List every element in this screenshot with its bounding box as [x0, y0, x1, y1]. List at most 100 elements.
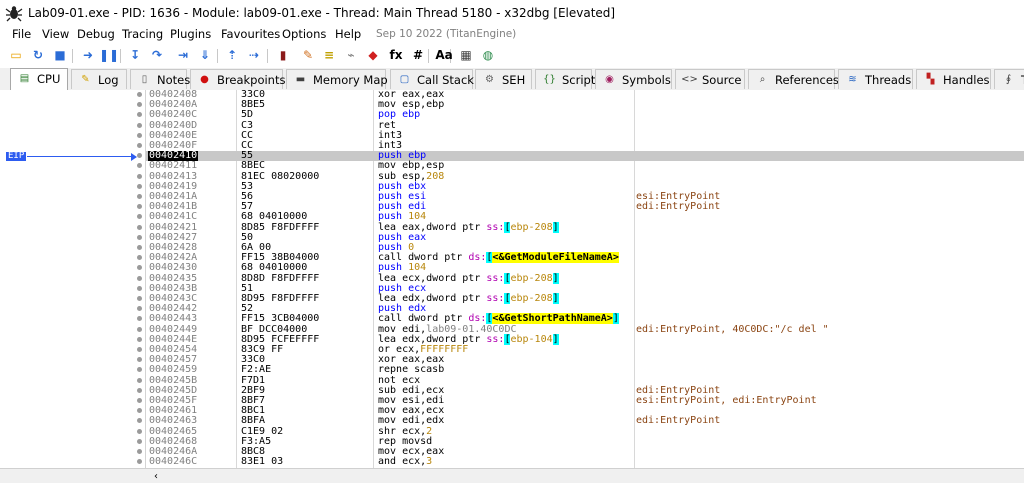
step-over-icon[interactable]: ↷: [149, 47, 165, 63]
disassembly-view[interactable]: EIP 00402408 33C0 xor eax,eax 0040240A 8BE5 m…: [0, 90, 1024, 468]
tab-breakpoints[interactable]: ● Breakpoints: [190, 69, 285, 89]
breakpoint-dot-icon[interactable]: [137, 449, 142, 454]
globe-icon[interactable]: ◍: [480, 47, 496, 63]
disasm-row[interactable]: 0040246C 83E1 03 and ecx,3: [137, 457, 1024, 467]
disasm-row[interactable]: 0040240D C3 ret: [137, 120, 1024, 131]
disasm-row[interactable]: 00402408 33C0 xor eax,eax: [137, 90, 1024, 100]
tab-memory-map[interactable]: ▬ Memory Map: [286, 69, 388, 89]
tab-seh[interactable]: ⚙ SEH: [475, 69, 532, 89]
breakpoint-dot-icon[interactable]: [137, 336, 142, 342]
disasm-row[interactable]: 0040245F 8BF7 mov esi,edi esi:EntryPoint, e…: [137, 396, 1024, 406]
tab-threads[interactable]: ≋ Threads: [838, 69, 913, 89]
menu-file[interactable]: File: [12, 27, 31, 41]
menu-plugins[interactable]: Plugins: [170, 27, 211, 41]
breakpoint-dot-icon[interactable]: [137, 194, 142, 199]
breakpoint-dot-icon[interactable]: [137, 143, 142, 148]
disasm-row[interactable]: 00402443 FF15 3CB04000 call dword ptr ds:[…: [137, 313, 1024, 325]
tab-log[interactable]: ✎ Log: [71, 69, 127, 89]
disasm-row[interactable]: 00402430 68 04010000 push 104: [137, 263, 1024, 273]
scylla-icon[interactable]: ▮: [275, 47, 291, 63]
restart-icon[interactable]: ↻: [30, 47, 46, 63]
disasm-row[interactable]: 00402454 83C9 FF or ecx,FFFFFFFF: [137, 345, 1024, 355]
breakpoint-dot-icon[interactable]: [137, 245, 142, 250]
breakpoint-dot-icon[interactable]: [137, 428, 142, 434]
breakpoint-dot-icon[interactable]: [137, 122, 142, 128]
font-icon[interactable]: Aa: [435, 47, 452, 63]
function-icon[interactable]: fx: [388, 47, 404, 63]
tab-references[interactable]: ⌕ References: [748, 69, 839, 89]
disasm-row[interactable]: 0040240F CC int3: [137, 141, 1024, 151]
run-icon[interactable]: ➜: [80, 47, 96, 63]
open-icon[interactable]: ▭: [8, 47, 24, 63]
opcode-bytes: 68 04010000: [241, 211, 308, 223]
breakpoint-dot-icon[interactable]: [137, 347, 142, 352]
disasm-row[interactable]: 00402457 33C0 xor eax,eax: [137, 355, 1024, 365]
breakpoint-dot-icon[interactable]: [137, 398, 142, 403]
breakpoint-dot-icon[interactable]: [137, 173, 142, 179]
breakpoint-dot-icon[interactable]: [137, 326, 142, 332]
breakpoint-dot-icon[interactable]: [137, 234, 142, 240]
disasm-row[interactable]: 00402435 8D8D F8FDFFFF lea ecx,dword ptr s…: [137, 272, 1024, 284]
disasm-row[interactable]: 0040245D 2BF9 sub edi,ecx edi:EntryPoint: [137, 385, 1024, 396]
disasm-row[interactable]: 0040240A 8BE5 mov esp,ebp: [137, 100, 1024, 110]
scroll-left-icon[interactable]: ‹: [150, 470, 162, 482]
breakpoint-dot-icon[interactable]: [137, 296, 142, 301]
disasm-row[interactable]: 00402411 8BEC mov ebp,esp: [137, 161, 1024, 171]
breakpoint-dot-icon[interactable]: [137, 183, 142, 189]
breakpoint-dot-icon[interactable]: [137, 387, 142, 393]
disasm-row[interactable]: 00402419 53 push ebx: [137, 181, 1024, 192]
trace-over-icon[interactable]: ⇓: [197, 47, 213, 63]
disasm-row[interactable]: 00402468 F3:A5 rep movsd: [137, 436, 1024, 447]
stop-icon[interactable]: ■: [52, 47, 68, 63]
patch-icon[interactable]: ✎: [300, 47, 316, 63]
breakpoint-dot-icon[interactable]: [137, 92, 142, 97]
run-to-user-code-icon[interactable]: ⇢: [246, 47, 262, 63]
disasm-row[interactable]: 00402463 8BFA mov edi,edx edi:EntryPoint: [137, 415, 1024, 427]
disasm-row[interactable]: 0040240E CC int3: [137, 130, 1024, 141]
tab-call-stack[interactable]: ▢ Call Stack: [390, 69, 474, 89]
menu-favourites[interactable]: Favourites: [221, 27, 280, 41]
tab-symbols[interactable]: ◉ Symbols: [595, 69, 672, 89]
breakpoint-dot-icon[interactable]: [137, 438, 142, 444]
disasm-row[interactable]: 0040245B F7D1 not ecx: [137, 375, 1024, 386]
calculator-icon[interactable]: ▦: [458, 47, 474, 63]
bookmark-icon[interactable]: ◆: [365, 47, 381, 63]
tab-notes[interactable]: ▯ Notes: [130, 69, 190, 89]
address: 00402463: [149, 415, 198, 427]
step-into-icon[interactable]: ↧: [127, 47, 143, 63]
disasm-row[interactable]: 00402421 8D85 F8FDFFFF lea eax,dword ptr s…: [137, 221, 1024, 233]
disasm-row[interactable]: 0040243C 8D95 F8FDFFFF lea edx,dword ptr s…: [137, 293, 1024, 304]
execute-till-return-icon[interactable]: ⇡: [224, 47, 240, 63]
breakpoint-dot-icon[interactable]: [137, 275, 142, 281]
disasm-row[interactable]: 00402410 55 push ebp: [137, 151, 1024, 162]
trace-into-icon[interactable]: ⇥: [175, 47, 191, 63]
label-icon[interactable]: ⌁: [343, 47, 359, 63]
opcode-bytes: 8BFA: [241, 415, 266, 427]
horizontal-scrollbar[interactable]: ‹: [0, 468, 1024, 483]
comment-icon[interactable]: ≡: [321, 47, 337, 63]
tab-script[interactable]: {} Script: [535, 69, 595, 89]
pause-icon[interactable]: ❚❚: [99, 47, 119, 63]
disasm-row[interactable]: 00402461 8BC1 mov eax,ecx: [137, 406, 1024, 416]
menu-view[interactable]: View: [42, 27, 69, 41]
disasm-row[interactable]: 0040240C 5D pop ebp: [137, 110, 1024, 120]
breakpoint-dot-icon[interactable]: [137, 377, 142, 383]
tab-source[interactable]: <> Source: [675, 69, 745, 89]
disasm-row[interactable]: 00402413 81EC 08020000 sub esp,208: [137, 171, 1024, 182]
tab-tr[interactable]: ∮Tr: [994, 69, 1024, 89]
disasm-row[interactable]: 00402427 50 push eax: [137, 232, 1024, 243]
disasm-row[interactable]: 00402465 C1E9 02 shr ecx,2: [137, 426, 1024, 437]
menu-debug[interactable]: Debug: [77, 27, 115, 41]
disasm-row[interactable]: 0040241C 68 04010000 push 104: [137, 211, 1024, 223]
disasm-row[interactable]: 00402459 F2:AE repne scasb: [137, 365, 1024, 375]
breakpoint-dot-icon[interactable]: [137, 224, 142, 230]
tab-cpu[interactable]: ▤ CPU: [10, 68, 68, 90]
hash-icon[interactable]: #: [410, 47, 426, 63]
menu-options[interactable]: Options: [282, 27, 326, 41]
menu-tracing[interactable]: Tracing: [122, 27, 163, 41]
menu-help[interactable]: Help: [335, 27, 361, 41]
breakpoint-dot-icon[interactable]: [137, 285, 142, 291]
breakpoint-dot-icon[interactable]: [137, 132, 142, 138]
disasm-row[interactable]: 0040241A 56 push esi esi:EntryPoint: [137, 192, 1024, 202]
tab-handles[interactable]: ▚ Handles: [916, 69, 991, 89]
